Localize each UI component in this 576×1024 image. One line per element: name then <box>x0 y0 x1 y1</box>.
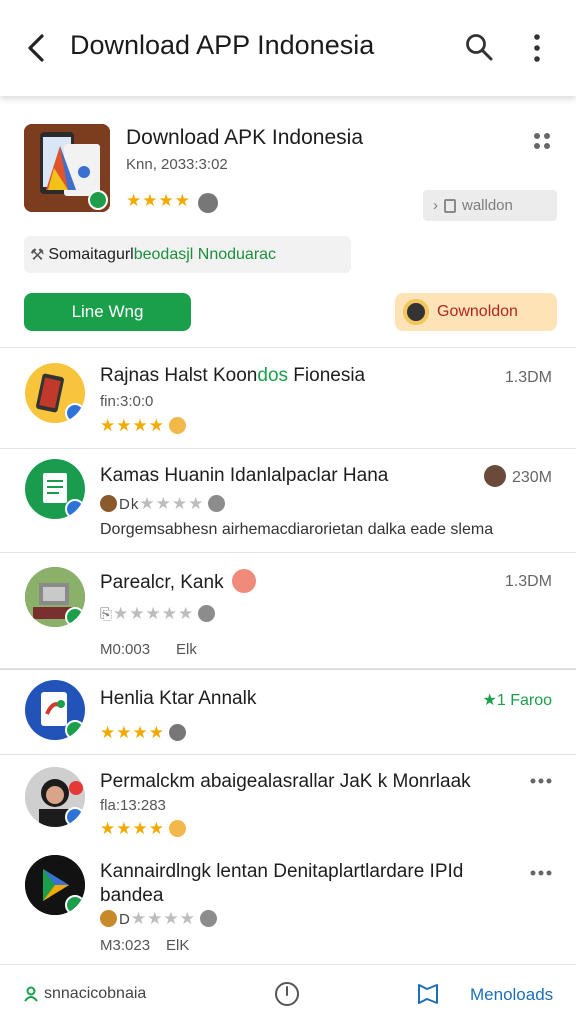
download-button[interactable]: Gownoldon <box>395 293 557 331</box>
rating-stars: Dk★★★★ <box>100 494 226 514</box>
top-app-bar: Download APP Indonesia <box>0 0 576 96</box>
verified-badge-icon <box>65 403 85 423</box>
more-horiz-icon[interactable] <box>530 777 552 785</box>
nav-item-left[interactable]: snnacicobnaia <box>24 985 146 1003</box>
verified-badge-icon <box>65 895 85 915</box>
file-icon <box>444 198 456 213</box>
rating-face-icon <box>168 724 186 741</box>
list-item[interactable]: Henlia Ktar Annalk ★★★★ ★1 Faroo <box>0 669 576 755</box>
app-avatar <box>25 767 85 827</box>
bookmark-flag-icon[interactable] <box>416 982 440 1006</box>
rating-stars: D★★★★ <box>100 909 217 929</box>
app-avatar <box>25 855 85 915</box>
rating-face-icon <box>208 495 226 512</box>
notification-badge-icon <box>69 781 83 795</box>
search-icon[interactable] <box>464 32 494 62</box>
developer-avatar-icon <box>100 495 117 512</box>
download-size: 1.3DM <box>504 369 552 386</box>
app-meta: fla:13:283 <box>100 797 166 814</box>
app-meta: M0:003 Elk <box>100 641 197 658</box>
person-icon <box>24 986 38 1002</box>
featured-app-subtitle: Knn, 2033:3:02 <box>126 156 228 173</box>
rating-face-icon <box>199 910 217 927</box>
more-vert-icon[interactable] <box>524 32 550 66</box>
developer-avatar-icon <box>100 910 117 927</box>
back-arrow-icon[interactable] <box>22 30 52 66</box>
more-horiz-icon[interactable] <box>530 869 552 877</box>
tag-highlight: beodasjl Nnoduarac <box>133 245 277 263</box>
list-item[interactable]: Kamas Huanin Idanlalpaclar Hana Dk★★★★ D… <box>0 449 576 553</box>
nav-item-left-label: snnacicobnaia <box>44 985 147 1002</box>
list-item[interactable]: Kannairdlngk lentan Denitaplartlardare I… <box>0 851 576 963</box>
download-size: 1.3DM <box>504 573 552 590</box>
rating-stars: ★★★★ <box>100 723 186 743</box>
page-title: Download APP Indonesia <box>70 30 375 60</box>
install-chip-label: walldon <box>462 197 513 214</box>
pin-icon: ⚒ <box>30 246 45 264</box>
app-name: Permalckm abaigealasrallar JaK k Monrlaa… <box>100 771 471 792</box>
app-name: Rajnas Halst Koondos Fionesia <box>100 365 366 386</box>
face-emoji-icon <box>231 569 256 593</box>
app-name: Parealcr, Kank <box>100 569 256 594</box>
app-name: Henlia Ktar Annalk <box>100 688 257 709</box>
rating-face-icon <box>168 820 186 837</box>
verified-badge-icon <box>65 607 85 627</box>
app-name: Kannairdlngk lentan Denitaplartlardare I… <box>100 861 464 882</box>
options-dots-icon[interactable] <box>531 130 553 152</box>
primary-action-button[interactable]: Line Wng <box>24 293 191 331</box>
download-size: 230M <box>480 465 552 487</box>
verified-badge-icon <box>65 720 85 740</box>
featured-app-title: Download APK Indonesia <box>126 126 363 149</box>
app-avatar <box>25 363 85 423</box>
list-item[interactable]: Rajnas Halst Koondos Fionesia fin:3:0:0 … <box>0 349 576 449</box>
download-person-icon <box>403 299 429 325</box>
featured-rating-stars: ★★★★ <box>126 191 191 210</box>
rating-face-icon <box>198 605 216 622</box>
bottom-navigation: snnacicobnaia Menoloads <box>0 964 576 1024</box>
app-description: Dorgemsabhesn airhemacdiarorietan dalka … <box>100 521 494 538</box>
featured-app-icon <box>24 124 110 212</box>
verified-badge-icon <box>88 190 108 210</box>
verified-badge-icon <box>65 499 85 519</box>
rating-face-icon <box>198 193 218 213</box>
download-button-label: Gownoldon <box>437 303 518 320</box>
featured-app-card[interactable]: Download APK Indonesia Knn, 2033:3:02 ★★… <box>0 96 576 348</box>
app-avatar <box>25 567 85 627</box>
rating-score: ★1 Faroo <box>482 692 552 709</box>
app-avatar <box>25 459 85 519</box>
app-meta: M3:023 ElK <box>100 937 190 954</box>
nav-item-downloads[interactable]: Menoloads <box>470 985 553 1005</box>
app-name-line2: bandea <box>100 885 164 906</box>
list-item[interactable]: Permalckm abaigealasrallar JaK k Monrlaa… <box>0 755 576 851</box>
app-avatar <box>25 680 85 740</box>
rating-stars: ★★★★ <box>100 416 186 436</box>
list-item[interactable]: Parealcr, Kank ⎘★★★★★ M0:003 Elk 1.3DM <box>0 553 576 669</box>
rating-stars: ⎘★★★★★ <box>100 604 216 624</box>
user-avatar-icon <box>483 465 506 487</box>
app-meta: fin:3:0:0 <box>100 393 154 410</box>
install-chip[interactable]: › walldon <box>423 190 557 221</box>
chevron-right-icon: › <box>433 197 438 214</box>
compass-icon[interactable] <box>274 981 300 1007</box>
app-name: Kamas Huanin Idanlalpaclar Hana <box>100 465 389 486</box>
verified-badge-icon <box>65 807 85 827</box>
rating-stars: ★★★★ <box>100 819 186 839</box>
tag-chip[interactable]: ⚒ Somaitagurl beodasjl Nnoduarac <box>24 236 351 273</box>
rating-face-icon <box>168 417 186 434</box>
tag-prefix: Somaitagurl <box>48 245 134 263</box>
